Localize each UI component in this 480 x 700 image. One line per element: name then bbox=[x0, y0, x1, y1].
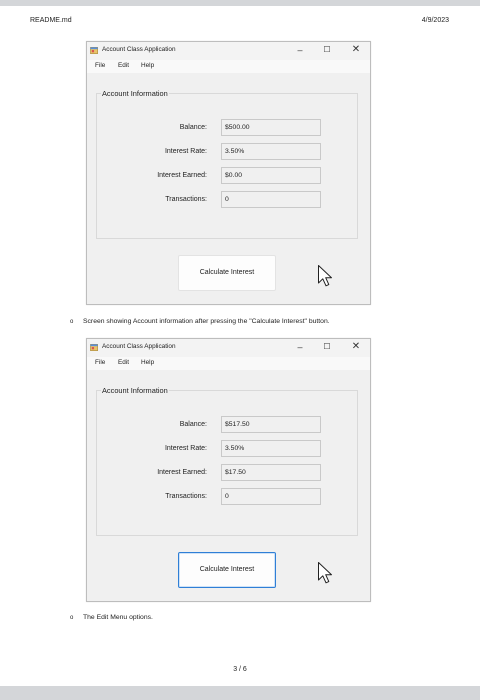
minimize-icon[interactable]: – bbox=[293, 44, 307, 56]
menu-bar: File Edit Help bbox=[87, 60, 370, 73]
form-client-area: Account Information Balance: $500.00 Int… bbox=[87, 73, 370, 304]
app-window-icon bbox=[90, 344, 98, 351]
balance-label: Balance: bbox=[179, 421, 207, 428]
mouse-pointer-icon bbox=[318, 265, 332, 287]
document-page: README.md 4/9/2023 Account Class Applica… bbox=[0, 6, 480, 686]
menu-edit[interactable]: Edit bbox=[118, 359, 129, 366]
maximize-icon[interactable]: ☐ bbox=[320, 44, 334, 56]
bullet-marker: o bbox=[70, 319, 74, 325]
app-window-before: Account Class Application – ☐ ✕ File Edi… bbox=[86, 41, 371, 305]
title-bar[interactable]: Account Class Application – ☐ ✕ bbox=[87, 42, 370, 60]
maximize-icon[interactable]: ☐ bbox=[320, 341, 334, 353]
caption-text: Screen showing Account information after… bbox=[83, 318, 330, 325]
mouse-pointer-icon bbox=[318, 562, 332, 584]
menu-edit[interactable]: Edit bbox=[118, 62, 129, 69]
close-icon[interactable]: ✕ bbox=[349, 341, 363, 353]
balance-label: Balance: bbox=[179, 124, 207, 131]
menu-bar: File Edit Help bbox=[87, 357, 370, 370]
transactions-field: 0 bbox=[221, 488, 321, 505]
close-icon[interactable]: ✕ bbox=[349, 44, 363, 56]
interest-earned-label: Interest Earned: bbox=[157, 172, 207, 179]
interest-earned-field: $0.00 bbox=[221, 167, 321, 184]
title-bar[interactable]: Account Class Application – ☐ ✕ bbox=[87, 339, 370, 357]
transactions-label: Transactions: bbox=[165, 196, 207, 203]
interest-earned-label: Interest Earned: bbox=[157, 469, 207, 476]
menu-help[interactable]: Help bbox=[141, 62, 154, 69]
interest-rate-label: Interest Rate: bbox=[164, 148, 207, 155]
transactions-label: Transactions: bbox=[165, 493, 207, 500]
window-title: Account Class Application bbox=[102, 46, 176, 53]
minimize-icon[interactable]: – bbox=[293, 341, 307, 353]
menu-help[interactable]: Help bbox=[141, 359, 154, 366]
caption-after-calculate: o Screen showing Account information afte… bbox=[70, 318, 330, 325]
account-info-group: Account Information Balance: $500.00 Int… bbox=[96, 89, 358, 239]
caption-text: The Edit Menu options. bbox=[83, 614, 153, 621]
interest-rate-label: Interest Rate: bbox=[164, 445, 207, 452]
calculate-interest-button[interactable]: Calculate Interest bbox=[178, 255, 276, 291]
transactions-field: 0 bbox=[221, 191, 321, 208]
form-client-area: Account Information Balance: $517.50 Int… bbox=[87, 370, 370, 601]
interest-rate-field: 3.50% bbox=[221, 143, 321, 160]
balance-field: $500.00 bbox=[221, 119, 321, 136]
caption-edit-menu: o The Edit Menu options. bbox=[70, 614, 153, 621]
menu-file[interactable]: File bbox=[95, 62, 105, 69]
group-title: Account Information bbox=[101, 89, 169, 98]
document-date: 4/9/2023 bbox=[421, 17, 449, 24]
group-title: Account Information bbox=[101, 386, 169, 395]
calculate-interest-button[interactable]: Calculate Interest bbox=[178, 552, 276, 588]
document-filename: README.md bbox=[30, 17, 72, 24]
interest-rate-field: 3.50% bbox=[221, 440, 321, 457]
window-title: Account Class Application bbox=[102, 343, 176, 350]
menu-file[interactable]: File bbox=[95, 359, 105, 366]
app-window-after: Account Class Application – ☐ ✕ File Edi… bbox=[86, 338, 371, 602]
page-number: 3 / 6 bbox=[233, 666, 247, 673]
account-info-group: Account Information Balance: $517.50 Int… bbox=[96, 386, 358, 536]
interest-earned-field: $17.50 bbox=[221, 464, 321, 481]
app-window-icon bbox=[90, 47, 98, 54]
bullet-marker: o bbox=[70, 615, 74, 621]
balance-field: $517.50 bbox=[221, 416, 321, 433]
